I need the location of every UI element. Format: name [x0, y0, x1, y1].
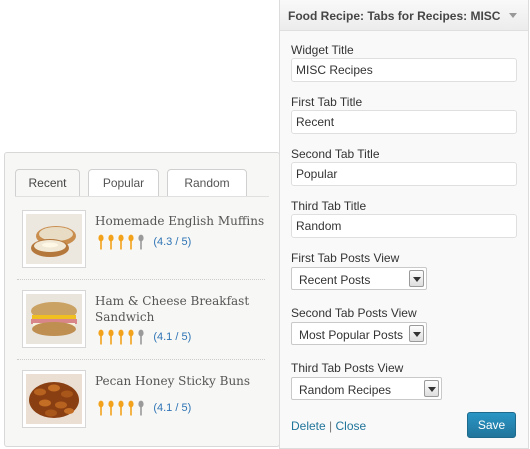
first-tab-view-select[interactable]: Recent Posts [291, 267, 427, 290]
first-tab-view-label: First Tab Posts View [291, 251, 400, 265]
third-tab-title-label: Third Tab Title [291, 199, 367, 213]
select-value: Recent Posts [299, 273, 371, 287]
sticky-buns-photo [26, 374, 82, 424]
rating-text: (4.3 / 5) [153, 236, 192, 248]
tab-popular[interactable]: Popular [88, 169, 159, 197]
select-arrow-button[interactable] [409, 270, 424, 287]
spoon-rating [96, 234, 146, 250]
select-value: Random Recipes [299, 383, 392, 397]
tab-divider [15, 196, 269, 197]
recipe-rating: (4.3 / 5) [96, 234, 191, 250]
select-arrow-button[interactable] [424, 380, 439, 397]
first-tab-title-label: First Tab Title [291, 95, 363, 109]
spoon-icon [118, 234, 124, 250]
widget-header[interactable]: Food Recipe: Tabs for Recipes: MISC R [280, 0, 528, 31]
rating-text: (4.1 / 5) [153, 402, 192, 414]
recipe-tabs-widget: Recent Popular Random Homemade English M… [4, 152, 280, 447]
spoon-icon [138, 234, 144, 250]
chevron-down-icon [413, 277, 421, 282]
recipe-item: Ham & Cheese Breakfast Sandwich (4.1 / 5… [17, 287, 267, 353]
widget-title-label: Widget Title [291, 43, 354, 57]
widget-footer-links: Delete | Close [291, 419, 366, 433]
save-button[interactable]: Save [467, 412, 516, 438]
second-tab-title-input[interactable] [291, 162, 517, 186]
third-tab-view-label: Third Tab Posts View [291, 361, 404, 375]
spoon-icon [128, 400, 134, 416]
recipe-item: Homemade English Muffins (4.3 / 5) [17, 207, 267, 273]
spoon-rating [96, 400, 146, 416]
widget-settings-panel: Food Recipe: Tabs for Recipes: MISC R Wi… [279, 0, 529, 449]
second-tab-view-label: Second Tab Posts View [291, 306, 417, 320]
first-tab-title-input[interactable] [291, 110, 517, 134]
tab-random[interactable]: Random [167, 169, 247, 197]
breakfast-sandwich-photo [26, 294, 82, 344]
spoon-icon [118, 400, 124, 416]
widget-title-input[interactable] [291, 58, 517, 82]
chevron-down-icon [428, 387, 436, 392]
rating-text: (4.1 / 5) [153, 331, 192, 343]
spoon-icon [138, 329, 144, 345]
spoon-icon [108, 329, 114, 345]
select-arrow-button[interactable] [409, 325, 424, 342]
recipe-item: Pecan Honey Sticky Buns (4.1 / 5) [17, 367, 267, 433]
spoon-icon [128, 329, 134, 345]
recipe-thumbnail[interactable] [22, 370, 86, 428]
chevron-down-icon [413, 332, 421, 337]
spoon-icon [108, 234, 114, 250]
recipe-title[interactable]: Homemade English Muffins [95, 213, 267, 229]
second-tab-view-select[interactable]: Most Popular Posts [291, 322, 427, 345]
recipe-title[interactable]: Pecan Honey Sticky Buns [95, 373, 267, 389]
recipe-thumbnail[interactable] [22, 210, 86, 268]
recipe-rating: (4.1 / 5) [96, 400, 191, 416]
spoon-icon [98, 234, 104, 250]
widget-header-title: Food Recipe: Tabs for Recipes: MISC R [288, 9, 504, 23]
spoon-icon [98, 329, 104, 345]
recipe-rating: (4.1 / 5) [96, 329, 191, 345]
third-tab-title-input[interactable] [291, 214, 517, 238]
link-separator: | [329, 419, 333, 433]
english-muffin-photo [26, 214, 82, 264]
select-value: Most Popular Posts [299, 328, 404, 342]
delete-link[interactable]: Delete [291, 419, 326, 433]
close-link[interactable]: Close [336, 419, 367, 433]
recipe-divider [17, 359, 265, 360]
third-tab-view-select[interactable]: Random Recipes [291, 377, 442, 400]
spoon-icon [98, 400, 104, 416]
spoon-rating [96, 329, 146, 345]
recipe-title[interactable]: Ham & Cheese Breakfast Sandwich [95, 293, 267, 325]
spoon-icon [138, 400, 144, 416]
tab-recent[interactable]: Recent [15, 169, 80, 197]
recipe-thumbnail[interactable] [22, 290, 86, 348]
chevron-down-icon[interactable] [509, 13, 517, 18]
second-tab-title-label: Second Tab Title [291, 147, 380, 161]
spoon-icon [128, 234, 134, 250]
spoon-icon [108, 400, 114, 416]
spoon-icon [118, 329, 124, 345]
recipe-divider [17, 279, 265, 280]
